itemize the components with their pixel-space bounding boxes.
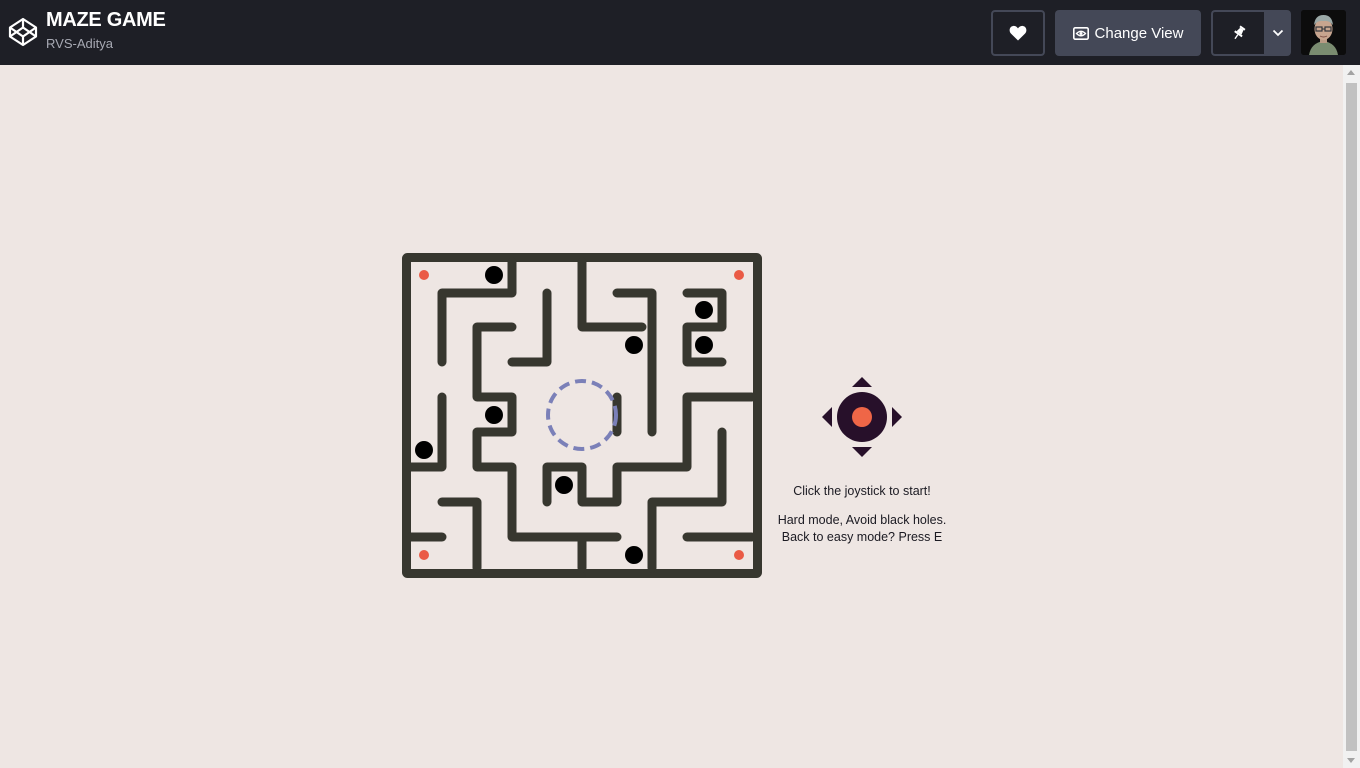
arrow-up-icon[interactable] <box>852 377 872 387</box>
chevron-down-icon <box>1272 29 1283 37</box>
pin-button[interactable] <box>1211 10 1264 56</box>
pin-icon <box>1233 25 1245 40</box>
black-hole <box>625 336 643 354</box>
vertical-scrollbar[interactable] <box>1343 65 1360 768</box>
top-bar: MAZE GAME RVS-Aditya Change View <box>0 0 1360 65</box>
joystick-knob[interactable] <box>852 407 872 427</box>
goal-dot <box>734 550 744 560</box>
avatar-image <box>1301 10 1346 55</box>
game-instructions: Click the joystick to start! Hard mode, … <box>772 483 952 558</box>
start-instruction: Click the joystick to start! <box>793 484 931 498</box>
black-hole <box>485 266 503 284</box>
goal-dot <box>419 270 429 280</box>
black-hole <box>695 301 713 319</box>
like-button[interactable] <box>991 10 1045 56</box>
black-hole <box>485 406 503 424</box>
change-view-button[interactable]: Change View <box>1055 10 1201 56</box>
goal-dot <box>419 550 429 560</box>
joystick[interactable] <box>818 374 906 460</box>
change-view-label: Change View <box>1094 24 1184 42</box>
black-hole <box>415 441 433 459</box>
black-hole <box>625 546 643 564</box>
heart-icon <box>1009 25 1027 41</box>
eye-icon <box>1072 26 1089 40</box>
scroll-thumb[interactable] <box>1346 83 1357 751</box>
black-holes <box>415 266 713 564</box>
codepen-logo-icon[interactable] <box>7 16 39 48</box>
user-avatar[interactable] <box>1301 10 1346 55</box>
arrow-down-icon[interactable] <box>852 447 872 457</box>
black-hole <box>555 476 573 494</box>
target-circle <box>546 379 618 451</box>
scroll-down-arrow-icon[interactable] <box>1347 758 1355 763</box>
goal-dot <box>734 270 744 280</box>
arrow-right-icon[interactable] <box>892 407 902 427</box>
maze-board <box>402 253 762 578</box>
scroll-up-arrow-icon[interactable] <box>1347 70 1355 75</box>
pin-options-dropdown[interactable] <box>1264 10 1291 56</box>
arrow-left-icon[interactable] <box>822 407 832 427</box>
page-title: MAZE GAME <box>46 9 166 31</box>
author-link[interactable]: RVS-Aditya <box>46 36 113 51</box>
black-hole <box>695 336 713 354</box>
mode-instruction: Hard mode, Avoid black holes. Back to ea… <box>777 513 947 544</box>
